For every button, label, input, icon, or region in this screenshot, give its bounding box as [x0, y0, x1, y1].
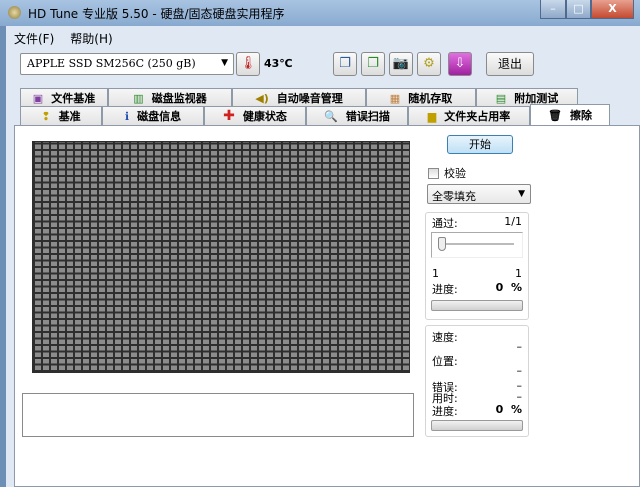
copy-all-button[interactable]: ❐ — [361, 52, 385, 76]
options-button[interactable]: ⚙ — [417, 52, 441, 76]
screenshot-button[interactable]: 📷 — [389, 52, 413, 76]
health-cross-icon: ✚ — [223, 108, 235, 124]
extra-tests-icon: ▤ — [495, 91, 507, 105]
tab-disk-info[interactable]: ℹ 磁盘信息 — [102, 106, 204, 125]
progress-value: 0 — [495, 281, 504, 294]
slider-thumb[interactable] — [438, 237, 446, 251]
tab-file-benchmark[interactable]: ▣ 文件基准 — [20, 88, 108, 107]
verify-label: 校验 — [444, 167, 466, 180]
tab-label: 文件夹占用率 — [444, 110, 511, 123]
temperature: 43℃ — [264, 57, 293, 70]
maximize-button[interactable]: □ — [566, 0, 591, 19]
tab-label: 自动噪音管理 — [276, 92, 343, 105]
start-button[interactable]: 开始 — [447, 135, 513, 154]
progress-label: 进度: — [432, 283, 458, 296]
verify-checkbox[interactable]: 校验 — [428, 165, 466, 181]
title-bar: HD Tune 专业版 5.50 - 硬盘/固态硬盘实用程序 – □ X — [0, 0, 640, 26]
folder-icon: ▆ — [427, 109, 437, 123]
tab-label: 基准 — [58, 110, 81, 123]
drive-select[interactable]: APPLE SSD SM256C (250 gB) ▼ — [20, 53, 234, 75]
exit-button[interactable]: 退出 — [486, 52, 534, 76]
tab-label: 文件基准 — [51, 92, 96, 105]
magnifier-icon: 🔍 — [324, 109, 338, 123]
trash-icon: 🗑 — [548, 108, 562, 122]
tab-erase[interactable]: 🗑 擦除 — [530, 104, 610, 125]
speed-value: – — [516, 340, 523, 353]
log-area — [22, 393, 414, 437]
tab-error-scan[interactable]: 🔍 错误扫描 — [306, 106, 408, 125]
checkbox-box[interactable] — [428, 167, 439, 179]
pass-slider[interactable] — [431, 232, 523, 258]
tab-folder-usage[interactable]: ▆ 文件夹占用率 — [408, 106, 530, 125]
disk-monitor-icon: ▥ — [133, 91, 144, 105]
percent-sign: % — [510, 281, 522, 294]
chevron-down-icon: ▼ — [221, 58, 228, 68]
window-title: HD Tune 专业版 5.50 - 硬盘/固态硬盘实用程序 — [28, 7, 285, 21]
close-button[interactable]: X — [591, 0, 634, 19]
progress-label: 进度: — [432, 405, 458, 418]
benchmark-icon: ❢ — [41, 109, 51, 123]
tab-aam[interactable]: ◀) 自动噪音管理 — [232, 88, 366, 107]
tab-disk-monitor[interactable]: ▥ 磁盘监视器 — [108, 88, 232, 107]
status-group: 速度: – 位置: – 错误: – 用时: – 进度: 0 % — [425, 325, 529, 437]
tab-label: 健康状态 — [242, 110, 287, 123]
fill-mode-select[interactable]: 全零填充 ▼ — [427, 184, 531, 204]
thermometer-icon: 🌡 — [236, 52, 260, 76]
tab-label: 磁盘信息 — [137, 110, 182, 123]
tab-health[interactable]: ✚ 健康状态 — [204, 106, 306, 125]
tab-label: 错误扫描 — [345, 110, 390, 123]
file-benchmark-icon: ▣ — [32, 91, 44, 105]
menu-file[interactable]: 文件(F) — [14, 30, 54, 47]
tab-label: 磁盘监视器 — [151, 92, 207, 105]
save-button[interactable]: ⇩ — [448, 52, 472, 76]
copy-info-button[interactable]: ❐ — [333, 52, 357, 76]
info-icon: ℹ — [124, 109, 130, 123]
tab-random-access[interactable]: ▦ 随机存取 — [366, 88, 476, 107]
menu-help[interactable]: 帮助(H) — [70, 30, 112, 47]
progress-value: 0 — [495, 403, 504, 416]
menu-bar: 文件(F) 帮助(H) — [14, 30, 113, 47]
pass-label: 通过: — [432, 217, 458, 230]
speaker-icon: ◀) — [255, 91, 269, 105]
app-icon — [8, 6, 21, 19]
erase-block-map — [32, 141, 410, 373]
minimize-button[interactable]: – — [540, 0, 566, 19]
pass-group: 通过: 1/1 1 1 进度: 0 % — [425, 212, 529, 320]
overall-progress-bar — [431, 420, 523, 431]
tab-label: 随机存取 — [408, 92, 453, 105]
chevron-down-icon: ▼ — [518, 189, 525, 199]
slider-min: 1 — [432, 267, 439, 280]
toolbar: APPLE SSD SM256C (250 gB) ▼ 🌡 43℃ ❐ ❐ 📷 ⚙… — [8, 50, 638, 80]
pass-value: 1/1 — [504, 215, 522, 228]
tab-benchmark[interactable]: ❢ 基准 — [20, 106, 102, 125]
random-access-icon: ▦ — [389, 91, 401, 105]
drive-name: APPLE SSD SM256C (250 gB) — [27, 57, 196, 70]
pass-progress-bar — [431, 300, 523, 311]
tab-label: 擦除 — [569, 109, 592, 122]
percent-sign: % — [510, 403, 522, 416]
position-value: – — [516, 364, 523, 377]
tab-row-1: ▣ 文件基准 ▥ 磁盘监视器 ◀) 自动噪音管理 ▦ 随机存取 ▤ 附加测试 — [20, 88, 578, 107]
slider-max: 1 — [515, 267, 522, 280]
fill-mode-value: 全零填充 — [432, 190, 476, 203]
tab-row-2: ❢ 基准 ℹ 磁盘信息 ✚ 健康状态 🔍 错误扫描 ▆ 文件夹占用率 🗑 擦除 — [20, 104, 610, 125]
